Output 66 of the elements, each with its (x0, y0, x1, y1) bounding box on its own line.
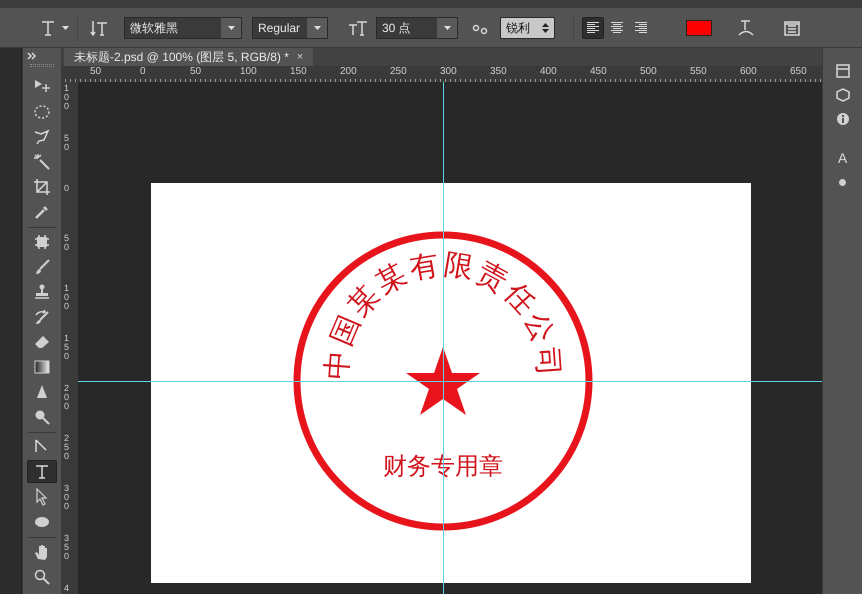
ruler-label: 150 (290, 66, 307, 78)
seal-arc-text: 中国某某有限责任公司 (321, 248, 565, 380)
ruler-label: 50 (90, 66, 102, 78)
spinner-icon (542, 22, 549, 32)
font-size-icon (348, 20, 368, 36)
ruler-label: 4 (64, 584, 70, 593)
ruler-label: 100 (240, 66, 257, 78)
font-style-dropdown[interactable]: Regular (252, 16, 328, 38)
align-center-icon (610, 22, 624, 34)
ruler-label: 350 (490, 66, 507, 78)
ruler-label: 100 (64, 84, 70, 111)
grip-icon (30, 64, 54, 67)
ruler-label: 500 (640, 66, 657, 78)
antialias-select[interactable]: 锐利 (500, 16, 555, 38)
ruler-label: 250 (390, 66, 407, 78)
ruler-label: 650 (790, 66, 807, 78)
crop-icon (33, 178, 51, 196)
type-tool-tool-button[interactable] (27, 460, 57, 483)
ruler-label: 200 (64, 384, 70, 411)
document-tab[interactable]: 未标题-2.psd @ 100% (图层 5, RGB/8) * × (64, 48, 314, 66)
ruler-label: 550 (690, 66, 707, 78)
caret-icon (314, 26, 320, 30)
ruler-label: 300 (64, 484, 70, 511)
font-family-dropdown[interactable]: 微软雅黑 (124, 16, 242, 38)
info-icon[interactable] (836, 112, 850, 126)
align-right-icon (634, 22, 648, 34)
ruler-label: 200 (340, 66, 357, 78)
ellipse-marquee-icon (33, 102, 51, 120)
star-icon (406, 347, 480, 415)
panel-icon[interactable] (836, 64, 850, 78)
ruler-label: 600 (740, 66, 757, 78)
lasso-icon (33, 128, 51, 146)
magnifier-icon (33, 408, 51, 426)
ruler-label: 100 (64, 284, 70, 311)
align-left-icon (586, 22, 600, 34)
ruler-label: 50 (64, 134, 70, 152)
text-orientation-icon[interactable] (90, 20, 108, 36)
align-left-button[interactable] (582, 16, 604, 38)
type-tool-icon[interactable] (40, 20, 56, 36)
caret-icon (228, 26, 234, 30)
warp-text-icon[interactable] (738, 18, 754, 36)
ruler-label: 50 (64, 234, 70, 252)
history-brush-icon (33, 308, 51, 326)
ruler-label: 0 (64, 184, 70, 193)
ruler-label: 400 (540, 66, 557, 78)
ruler-label: 150 (64, 334, 70, 361)
ruler-label: 350 (64, 534, 70, 561)
zoom-icon (33, 568, 51, 586)
font-size-dropdown[interactable]: 30 点 (376, 16, 458, 38)
caret-icon[interactable] (62, 26, 69, 30)
panel-icon[interactable] (784, 20, 800, 36)
text-color-swatch[interactable] (686, 20, 712, 36)
collapse-icon[interactable] (27, 52, 37, 60)
caret-icon (444, 26, 450, 30)
magic-wand-icon (33, 152, 51, 170)
ruler-label: 300 (440, 66, 457, 78)
gradient-icon (33, 358, 51, 376)
brush-icon (33, 258, 51, 276)
type-tool-icon (33, 462, 51, 480)
panel-label: A (838, 149, 848, 168)
ruler-label: 0 (140, 66, 146, 78)
ruler-label: 450 (590, 66, 607, 78)
stamp-icon (33, 282, 51, 300)
ruler-label: 50 (190, 66, 202, 78)
ruler-label: 250 (64, 434, 70, 461)
close-tab-button[interactable]: × (296, 48, 304, 66)
